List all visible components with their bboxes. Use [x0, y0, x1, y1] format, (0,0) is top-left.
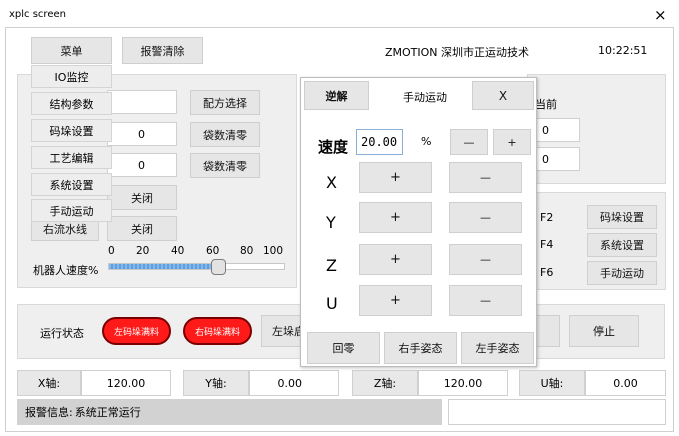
x-axis-value: 120.00	[81, 370, 171, 396]
menu-item-process-edit[interactable]: 工艺编辑	[31, 146, 112, 169]
speed-slider-fill	[109, 264, 219, 269]
menu-item-manual-motion[interactable]: 手动运动	[31, 199, 112, 222]
menu-item-structure-params[interactable]: 结构参数	[31, 92, 112, 115]
speed-label: 速度	[318, 138, 349, 156]
tab-x[interactable]: X	[472, 81, 534, 110]
z-plus-button[interactable]: +	[359, 244, 432, 275]
u-plus-button[interactable]: +	[359, 285, 432, 316]
tick-80: 80	[240, 245, 254, 257]
y-axis-label: Y轴:	[183, 370, 249, 396]
axis-x-label: X	[326, 173, 337, 192]
bag-clear-button-2[interactable]: 袋数清零	[190, 153, 260, 178]
left-count-field[interactable]: 0	[107, 122, 177, 146]
key-f6: F6	[540, 266, 554, 279]
left-pose-button[interactable]: 左手姿态	[461, 332, 534, 364]
robot-speed-label: 机器人速度%	[33, 264, 99, 277]
tick-40: 40	[171, 245, 185, 257]
tick-100: 100	[263, 245, 284, 257]
speed-slider-track[interactable]	[108, 263, 285, 270]
tick-60: 60	[206, 245, 220, 257]
close-button-1[interactable]: 关闭	[107, 185, 177, 210]
x-minus-button[interactable]: —	[449, 162, 522, 193]
system-settings-button[interactable]: 系统设置	[587, 233, 657, 257]
right-stack-full-button[interactable]: 右码垛满料	[183, 317, 252, 345]
u-axis-label: U轴:	[519, 370, 585, 396]
key-f2: F2	[540, 211, 554, 224]
stop-button[interactable]: 停止	[569, 315, 639, 347]
run-status-label: 运行状态	[40, 327, 84, 340]
y-minus-button[interactable]: —	[449, 202, 522, 233]
speed-input[interactable]: 20.00	[356, 129, 403, 155]
right-pose-button[interactable]: 右手姿态	[384, 332, 457, 364]
close-icon[interactable]: ×	[654, 6, 667, 24]
speed-slider-thumb[interactable]	[210, 259, 226, 275]
alarm-text: 系统正常运行	[74, 406, 141, 419]
left-stack-full-button[interactable]: 左码垛满料	[102, 317, 171, 345]
manual-motion-button[interactable]: 手动运动	[587, 261, 657, 285]
menu-button[interactable]: 菜单	[31, 37, 112, 64]
recipe-field[interactable]	[107, 90, 177, 114]
tab-inverse[interactable]: 逆解	[304, 81, 369, 110]
tab-manual-motion[interactable]: 手动运动	[403, 89, 447, 105]
x-plus-button[interactable]: +	[359, 162, 432, 193]
company-name: ZMOTION 深圳市正运动技术	[385, 46, 530, 59]
menu-item-stack-settings[interactable]: 码垛设置	[31, 119, 112, 142]
tick-0: 0	[108, 245, 115, 257]
close-button-2[interactable]: 关闭	[107, 216, 177, 241]
speed-decrease-button[interactable]: —	[450, 129, 488, 155]
alarm-extra-field	[448, 399, 666, 425]
alarm-clear-button[interactable]: 报警清除	[122, 37, 203, 64]
menu-item-system-settings[interactable]: 系统设置	[31, 173, 112, 196]
alarm-label: 报警信息:	[25, 406, 73, 419]
key-f4: F4	[540, 238, 554, 251]
current-label: 当前	[535, 98, 557, 111]
menu-item-io-monitor[interactable]: IO监控	[31, 65, 112, 88]
axis-u-label: U	[326, 294, 338, 313]
y-axis-value: 0.00	[249, 370, 339, 396]
z-minus-button[interactable]: —	[449, 244, 522, 275]
right-count-field[interactable]: 0	[107, 153, 177, 177]
alarm-bar: 报警信息: 系统正常运行	[17, 399, 442, 425]
window-title: xplc screen	[9, 9, 66, 20]
z-axis-label: Z轴:	[352, 370, 418, 396]
u-minus-button[interactable]: —	[449, 285, 522, 316]
axis-y-label: Y	[326, 213, 336, 232]
speed-increase-button[interactable]: +	[493, 129, 531, 155]
clock: 10:22:51	[598, 44, 648, 57]
home-button[interactable]: 回零	[307, 332, 380, 364]
tick-20: 20	[136, 245, 150, 257]
u-axis-value: 0.00	[585, 370, 666, 396]
stack-settings-button[interactable]: 码垛设置	[587, 205, 657, 229]
z-axis-value: 120.00	[418, 370, 508, 396]
axis-z-label: Z	[326, 256, 337, 275]
bag-clear-button-1[interactable]: 袋数清零	[190, 122, 260, 147]
recipe-select-button[interactable]: 配方选择	[190, 90, 260, 115]
y-plus-button[interactable]: +	[359, 202, 432, 233]
x-axis-label: X轴:	[17, 370, 81, 396]
percent-label: %	[421, 135, 432, 148]
